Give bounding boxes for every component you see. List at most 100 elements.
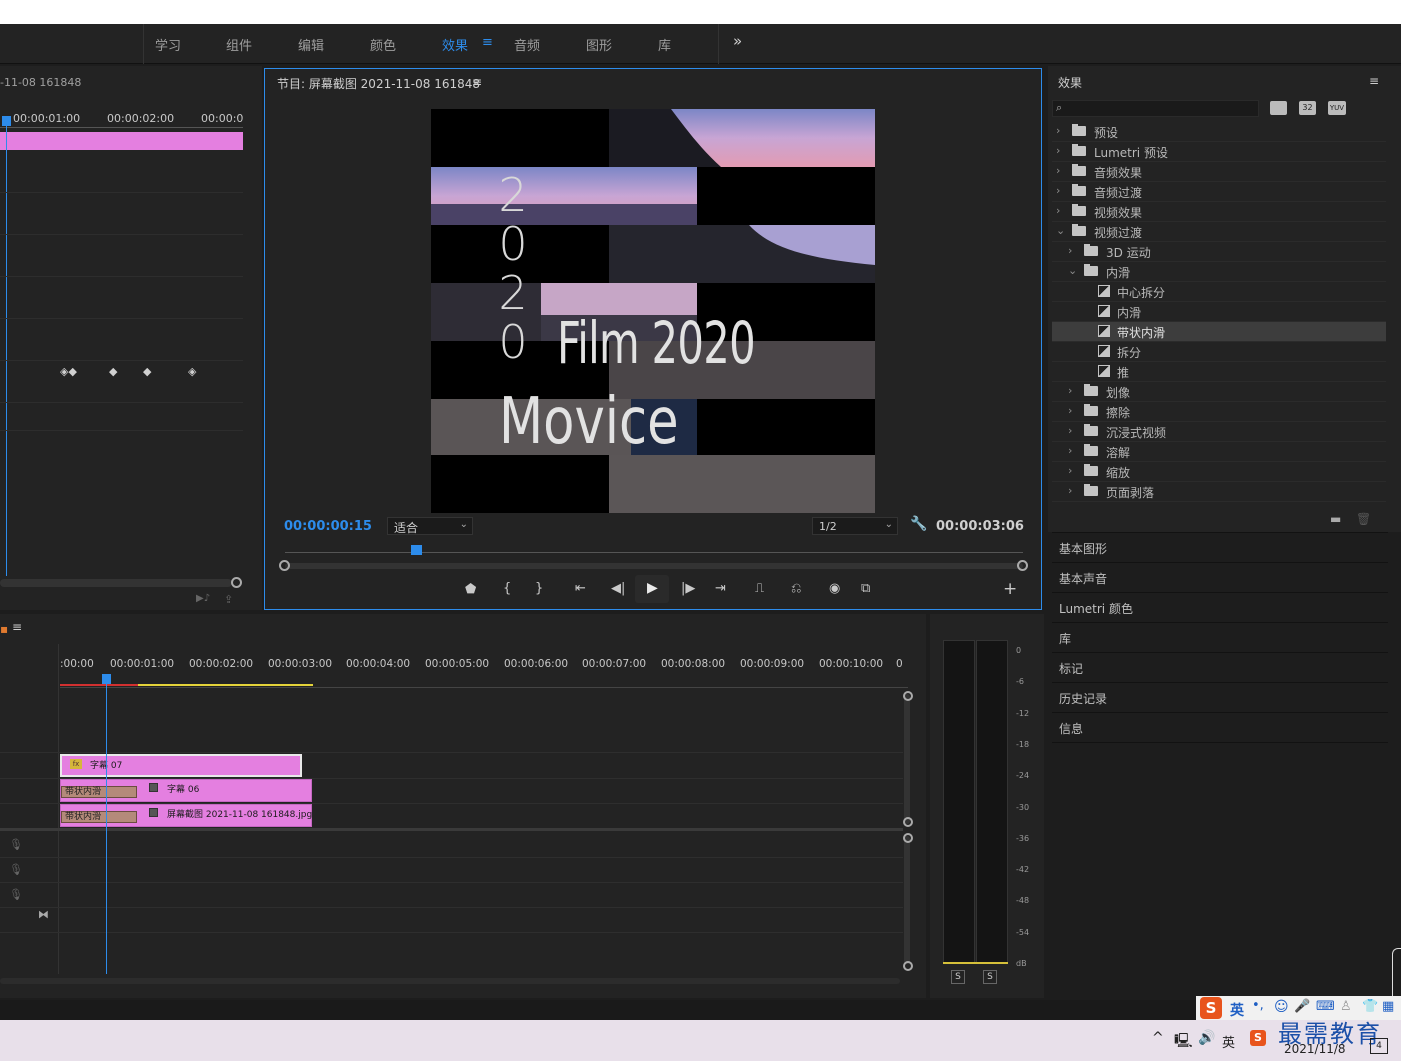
punct-icon[interactable]: •, [1252,998,1264,1013]
export-frame-icon[interactable]: ◉ [829,581,840,596]
more-workspaces-icon[interactable]: » [733,32,742,50]
mic-icon[interactable]: 🎙 [9,838,23,851]
effects-menu-icon[interactable]: ≡ [1369,74,1379,88]
scroll-handle[interactable] [903,691,913,701]
new-bin-icon[interactable]: ▬ [1330,512,1341,526]
current-timecode[interactable]: 00:00:00:15 [284,519,372,534]
tab-color[interactable]: 颜色 [370,35,396,54]
monitor-menu-icon[interactable]: ≡ [472,75,482,89]
effects-tree-item[interactable]: ⌄ 视频过渡 [1052,222,1386,242]
effects-tree-item[interactable]: › Lumetri 预设 [1052,142,1386,162]
timeline-playhead-handle[interactable] [102,674,111,684]
solo-left-button[interactable]: S [951,970,965,984]
effects-tree-item[interactable]: › 预设 [1052,122,1386,142]
side-panel-tab[interactable]: 库 [1052,622,1388,652]
transition-clip[interactable]: 带状内滑 [61,786,137,798]
clip-bar[interactable] [0,132,243,150]
master-icon[interactable]: ⧓ [38,908,49,921]
sogou-tray-icon[interactable]: S [1250,1030,1266,1046]
mark-out-icon[interactable]: } [535,581,543,596]
skin-icon[interactable]: 👕 [1362,999,1378,1014]
effects-search-field[interactable]: ⌕ [1052,100,1259,117]
timeline-playhead[interactable] [106,676,107,974]
tab-graphics[interactable]: 图形 [586,35,612,54]
scroll-handle[interactable] [903,817,913,827]
scroll-handle[interactable] [903,961,913,971]
clip-screenshot[interactable]: 带状内滑 屏幕截图 2021-11-08 161848.jpg [60,804,312,827]
accelerated-effects-icon[interactable] [1270,101,1287,115]
playhead-handle[interactable] [2,116,11,126]
side-panel-tab[interactable]: 基本声音 [1052,562,1388,592]
go-to-in-icon[interactable]: ⇤ [575,581,586,596]
add-button-icon[interactable]: + [1003,579,1017,599]
delete-icon[interactable]: 🗑 [1356,512,1371,526]
effects-tree-item[interactable]: 拆分 [1052,342,1386,362]
lang-indicator[interactable]: 英 [1222,1032,1235,1051]
transition-clip[interactable]: 带状内滑 [61,811,137,823]
mark-in-icon[interactable]: { [503,581,511,596]
clip-subtitle-06[interactable]: 带状内滑 字幕 06 [60,779,312,802]
notification-icon[interactable]: 4 [1370,1038,1388,1054]
step-forward-icon[interactable]: |▶ [681,581,695,596]
tab-libraries[interactable]: 库 [658,35,671,54]
lift-icon[interactable]: ⎍ [755,581,764,596]
monitor-playhead[interactable] [411,545,422,555]
effects-tree-item[interactable]: › 溶解 [1052,442,1386,462]
mic-icon[interactable]: 🎙 [9,863,23,876]
effects-tree-item[interactable]: › 音频效果 [1052,162,1386,182]
play-button[interactable]: ▶ [635,575,669,603]
volume-icon[interactable]: 🔊 [1198,1030,1215,1046]
effects-tree-item[interactable]: 推 [1052,362,1386,382]
effects-tree-item[interactable]: › 音频过渡 [1052,182,1386,202]
user-icon[interactable]: ♙ [1340,999,1352,1014]
tab-effects-menu-icon[interactable]: ≡ [482,35,493,50]
solo-right-button[interactable]: S [983,970,997,984]
keyframe-icon[interactable]: ◈ [188,365,196,378]
scroll-handle[interactable] [903,833,913,843]
ime-lang-label[interactable]: 英 [1230,1000,1244,1020]
toolbox-icon[interactable]: ▦ [1382,999,1394,1014]
fit-select[interactable]: 适合 ⌄ [387,517,473,535]
export-icon[interactable]: ⇪ [224,593,233,606]
effects-tree-item[interactable]: 中心拆分 [1052,282,1386,302]
timeline-h-scrollbar[interactable] [0,978,900,984]
keyframe-icon[interactable]: ◈◆ [60,365,77,378]
video-track-scrollbar[interactable] [904,694,910,824]
tray-expand-icon[interactable]: ^ [1152,1030,1164,1046]
go-to-out-icon[interactable]: ⇥ [715,581,726,596]
keyframe-icon[interactable]: ◆ [109,365,117,378]
zoom-handle-left[interactable] [279,560,290,571]
yuv-effects-icon[interactable]: YUV [1328,101,1346,115]
32bit-effects-icon[interactable]: 32 [1299,101,1316,115]
tab-effects[interactable]: 效果 [442,35,468,54]
effects-tree-item[interactable]: › 沉浸式视频 [1052,422,1386,442]
effects-search-input[interactable] [1069,102,1255,115]
effects-tree-item[interactable]: 带状内滑 [1052,322,1386,342]
voice-icon[interactable]: 🎤 [1294,999,1310,1014]
resolution-select[interactable]: 1/2 ⌄ [812,517,898,535]
wrench-icon[interactable]: 🔧 [910,516,927,532]
tab-assembly[interactable]: 组件 [226,35,252,54]
effects-tree-item[interactable]: 内滑 [1052,302,1386,322]
effects-tree-item[interactable]: › 缩放 [1052,462,1386,482]
keyframe-icon[interactable]: ◆ [143,365,151,378]
zoom-handle-right[interactable] [1017,560,1028,571]
clip-subtitle-07[interactable]: fx 字幕 07 [60,754,302,777]
effects-tree-item[interactable]: › 页面剥落 [1052,482,1386,502]
extract-icon[interactable]: ⎌ [791,581,801,596]
side-panel-tab[interactable]: Lumetri 颜色 [1052,592,1388,622]
tab-audio[interactable]: 音频 [514,35,540,54]
effects-tree-item[interactable]: ⌄ 内滑 [1052,262,1386,282]
monitor-zoom-bar[interactable] [285,563,1023,569]
scroll-handle[interactable] [231,577,242,588]
side-panel-tab[interactable]: 历史记录 [1052,682,1388,712]
compare-view-icon[interactable]: ⧉ [861,581,870,596]
audio-track-scrollbar[interactable] [904,836,910,964]
scrub-ruler[interactable] [285,552,1023,553]
effects-tree-item[interactable]: › 划像 [1052,382,1386,402]
zoom-scrollbar[interactable] [0,579,232,587]
keyboard-icon[interactable]: ⌨ [1316,999,1335,1014]
side-panel-tab[interactable]: 标记 [1052,652,1388,682]
side-panel-tab[interactable]: 信息 [1052,712,1388,742]
sogou-logo-icon[interactable]: S [1200,997,1222,1019]
